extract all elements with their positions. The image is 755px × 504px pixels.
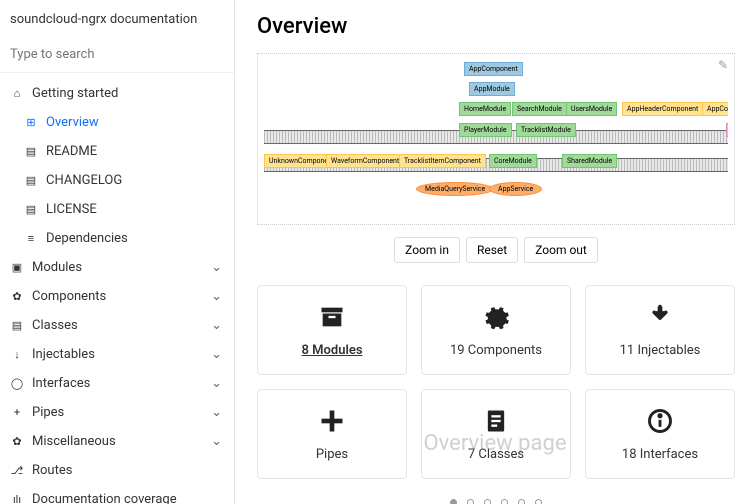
zoom-out-button[interactable]: Zoom out	[524, 237, 598, 263]
node: TracklistItemComponent	[399, 154, 486, 168]
file-icon: ▤	[24, 145, 38, 158]
node: AppModule	[469, 82, 515, 96]
chevron-down-icon: ⌄	[211, 260, 222, 275]
chevron-down-icon: ⌄	[211, 318, 222, 333]
stats-row-1: 8 Modules 19 Components 11 Injectables	[257, 285, 735, 375]
node: HomePage	[726, 123, 728, 137]
card-components[interactable]: 19 Components	[421, 285, 571, 375]
node: AppService	[489, 182, 542, 196]
zoom-in-button[interactable]: Zoom in	[394, 237, 460, 263]
dot[interactable]	[535, 499, 542, 504]
nav-injectables[interactable]: ↓Injectables⌄	[0, 340, 234, 369]
gear-icon: ✿	[10, 435, 24, 448]
list-icon: ≡	[24, 232, 38, 245]
document-icon	[482, 407, 510, 435]
nav-list: ⌂Getting started ⊞Overview ▤README ▤CHAN…	[0, 73, 234, 504]
node: AppComponent	[464, 62, 523, 76]
dot[interactable]	[450, 499, 457, 504]
nav-interfaces[interactable]: ◯Interfaces⌄	[0, 369, 234, 398]
dot[interactable]	[467, 499, 474, 504]
card-injectables[interactable]: 11 Injectables	[585, 285, 735, 375]
dot[interactable]	[518, 499, 525, 504]
stats-row-2: Pipes 7 Classes 18 Interfaces	[257, 389, 735, 479]
node: PlayerModule	[459, 123, 512, 137]
dot[interactable]	[484, 499, 491, 504]
nav-misc[interactable]: ✿Miscellaneous⌄	[0, 427, 234, 456]
reset-button[interactable]: Reset	[466, 237, 518, 263]
card-label: Pipes	[316, 447, 348, 462]
chevron-down-icon: ⌄	[211, 347, 222, 362]
grid-icon: ⊞	[24, 116, 38, 129]
card-label: 11 Injectables	[620, 343, 701, 358]
app-title: soundcloud-ngrx documentation	[0, 0, 234, 37]
nav-components[interactable]: ✿Components⌄	[0, 282, 234, 311]
nav-doc-coverage[interactable]: ılıDocumentation coverage	[0, 485, 234, 504]
download-icon: ↓	[10, 348, 24, 361]
plus-icon	[318, 407, 346, 435]
node: WaveformComponent	[326, 154, 404, 168]
node: MediaQueryService	[416, 182, 494, 196]
archive-icon	[318, 303, 346, 331]
file-icon: ▤	[24, 174, 38, 187]
node: UsersModule	[566, 102, 617, 116]
nav-license[interactable]: ▤LICENSE	[0, 195, 234, 224]
file-icon: ▤	[24, 203, 38, 216]
node: TracklistModule	[516, 123, 576, 137]
node: CoreModule	[489, 154, 537, 168]
card-label: 18 Interfaces	[622, 447, 698, 462]
layers-icon: ▤	[10, 319, 24, 332]
nav-classes[interactable]: ▤Classes⌄	[0, 311, 234, 340]
node: SearchModule	[512, 102, 567, 116]
chevron-down-icon: ⌄	[211, 289, 222, 304]
nav-pipes[interactable]: +Pipes⌄	[0, 398, 234, 427]
nav-changelog[interactable]: ▤CHANGELOG	[0, 166, 234, 195]
nav-routes[interactable]: ⎇Routes	[0, 456, 234, 485]
node: SharedModule	[562, 154, 617, 168]
card-classes[interactable]: 7 Classes	[421, 389, 571, 479]
nav-overview[interactable]: ⊞Overview	[0, 108, 234, 137]
search-input[interactable]	[0, 37, 234, 73]
nav-modules[interactable]: ▣Modules⌄	[0, 253, 234, 282]
card-modules[interactable]: 8 Modules	[257, 285, 407, 375]
node: AppComponent	[702, 102, 728, 116]
dependency-diagram[interactable]: ✎ AppComponent AppModule HomeModule Sear…	[257, 53, 735, 225]
branch-icon: ⎇	[10, 464, 24, 477]
carousel-dots	[257, 493, 735, 504]
circle-icon: ◯	[10, 377, 24, 390]
card-label: 7 Classes	[468, 447, 524, 462]
download-icon	[646, 303, 674, 331]
chevron-down-icon: ⌄	[211, 405, 222, 420]
card-interfaces[interactable]: 18 Interfaces	[585, 389, 735, 479]
plus-icon: +	[10, 406, 24, 419]
gear-icon: ✿	[10, 290, 24, 303]
dot[interactable]	[501, 499, 508, 504]
info-icon	[646, 407, 674, 435]
home-icon: ⌂	[10, 87, 24, 100]
card-label: 8 Modules	[301, 343, 362, 358]
chart-icon: ılı	[10, 493, 24, 504]
chevron-down-icon: ⌄	[211, 434, 222, 449]
box-icon: ▣	[10, 261, 24, 274]
zoom-controls: Zoom in Reset Zoom out	[257, 237, 735, 263]
card-pipes[interactable]: Pipes	[257, 389, 407, 479]
diagram-canvas: AppComponent AppModule HomeModule Search…	[264, 60, 728, 218]
main-content: Overview ✎ AppComponent AppModule HomeMo…	[235, 0, 755, 504]
card-label: 19 Components	[450, 343, 542, 358]
nav-readme[interactable]: ▤README	[0, 137, 234, 166]
chevron-down-icon: ⌄	[211, 376, 222, 391]
node: AppHeaderComponent	[622, 102, 703, 116]
gear-icon	[482, 303, 510, 331]
nav-getting-started[interactable]: ⌂Getting started	[0, 79, 234, 108]
page-title: Overview	[257, 14, 735, 39]
nav-dependencies[interactable]: ≡Dependencies	[0, 224, 234, 253]
node: HomeModule	[459, 102, 511, 116]
sidebar: soundcloud-ngrx documentation ⌂Getting s…	[0, 0, 235, 504]
